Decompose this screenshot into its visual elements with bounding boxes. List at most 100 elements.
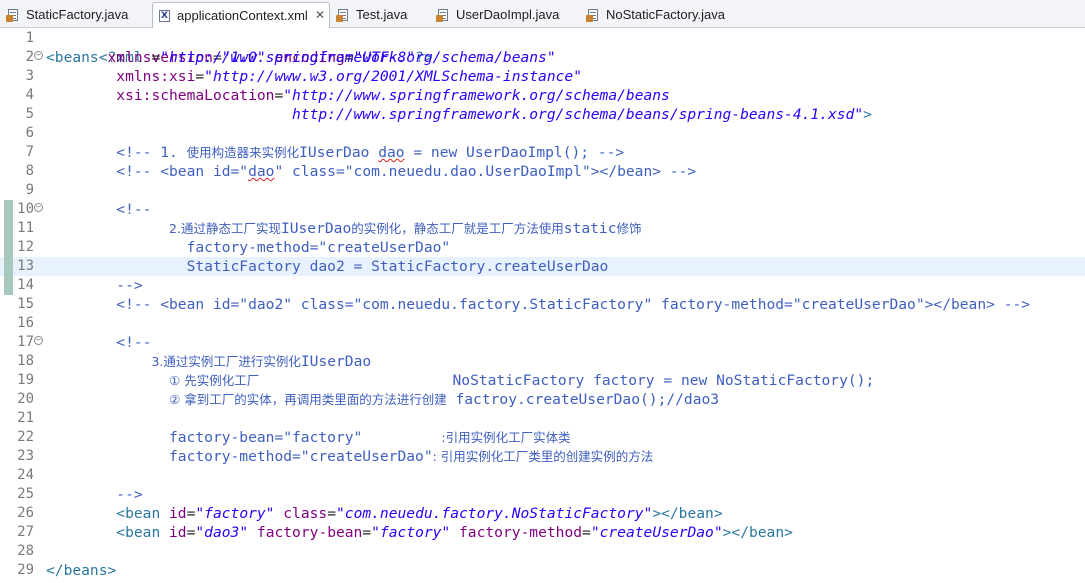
code-text: 2.通过静态工厂实现IUserDao的实例化，静态工厂就是工厂方法使用stati… [169,220,642,237]
java-file-icon [436,9,448,22]
line-number: 27 [17,524,34,540]
code-line: 1 <?xml version="1.0" encoding="UTF-8"?> [0,29,1085,66]
line-number: 2 [25,49,34,65]
java-file-icon [6,9,18,22]
line-number: 3 [25,68,34,84]
code-text: <!-- 1. 使用构造器来实例化IUserDao dao = new User… [116,144,625,161]
code-line: 6 [0,124,1085,143]
code-line: 28 [0,542,1085,561]
code-text: http://www.springframework.org/schema/be… [292,106,872,123]
code-text: <beans xmlns="http://www.springframework… [46,49,556,66]
line-number: 6 [25,125,34,141]
code-text: xsi:schemaLocation="http://www.springfra… [116,87,670,104]
code-line: 4 xsi:schemaLocation="http://www.springf… [0,86,1085,105]
tab-test-java[interactable]: Test.java [332,4,424,27]
code-line: 26 <bean id="factory" class="com.neuedu.… [0,504,1085,523]
line-number: 12 [17,239,34,255]
java-file-icon [336,9,348,22]
code-line: 2 − <beans xmlns="http://www.springframe… [0,48,1085,67]
code-text: ① 先实例化工厂 NoStaticFactory factory = new N… [169,372,875,389]
code-line: 5 http://www.springframework.org/schema/… [0,105,1085,124]
code-line: 14 --> [0,276,1085,295]
code-text: StaticFactory dao2 = StaticFactory.creat… [186,258,609,275]
code-text: <!-- [116,201,152,218]
code-text: factory-method="createUserDao" [186,239,451,256]
code-line: 27 <bean id="dao3" factory-bean="factory… [0,523,1085,542]
code-line: 18 3.通过实例工厂进行实例化IUserDao [0,352,1085,371]
line-number: 5 [25,106,34,122]
line-number: 23 [17,448,34,464]
line-number: 22 [17,429,34,445]
code-line: 7 <!-- 1. 使用构造器来实例化IUserDao dao = new Us… [0,143,1085,162]
java-file-icon [586,9,598,22]
fold-toggle-icon[interactable]: − [34,336,43,345]
code-line: 21 [0,409,1085,428]
line-number: 19 [17,372,34,388]
line-number: 13 [17,258,34,274]
tab-applicationcontext-xml[interactable]: X applicationContext.xml ✕ [152,2,330,28]
line-number: 16 [17,315,34,331]
line-number: 20 [17,391,34,407]
code-text: --> [116,486,143,503]
xml-file-icon: X [159,10,170,22]
line-number: 9 [25,182,34,198]
line-number: 29 [17,562,34,578]
line-number: 17 [17,334,34,350]
code-line: 8 <!-- <bean id="dao" class="com.neuedu.… [0,162,1085,181]
line-number: 18 [17,353,34,369]
code-text: <bean id="factory" class="com.neuedu.fac… [116,505,723,522]
code-text: --> [116,277,143,294]
code-line: 25 --> [0,485,1085,504]
code-line: 24 [0,466,1085,485]
line-number: 11 [17,220,34,236]
editor-tab-bar: StaticFactory.java X applicationContext.… [0,0,1085,28]
code-line: 29 </beans> [0,561,1085,580]
code-line: 19 ① 先实例化工厂 NoStaticFactory factory = ne… [0,371,1085,390]
code-line: 15 <!-- <bean id="dao2" class="com.neued… [0,295,1085,314]
code-text: 3.通过实例工厂进行实例化IUserDao [151,353,372,370]
current-code-line: 13 StaticFactory dao2 = StaticFactory.cr… [0,257,1085,276]
tab-label: applicationContext.xml [177,8,308,23]
code-text: ② 拿到工厂的实体，再调用类里面的方法进行创建 factroy.createUs… [169,391,720,408]
tab-staticfactory-java[interactable]: StaticFactory.java [2,4,142,27]
code-text: factory-bean="factory" :引用实例化工厂实体类 [169,429,571,446]
code-text: <!-- <bean id="dao" class="com.neuedu.da… [116,163,697,180]
code-line: 9 [0,181,1085,200]
code-line: 12 factory-method="createUserDao" [0,238,1085,257]
code-editor[interactable]: 1 <?xml version="1.0" encoding="UTF-8"?>… [0,29,1085,583]
line-number: 4 [25,87,34,103]
line-number: 7 [25,144,34,160]
code-line: 22 factory-bean="factory" :引用实例化工厂实体类 [0,428,1085,447]
code-text: xmlns:xsi="http://www.w3.org/2001/XMLSch… [116,68,582,85]
line-number: 28 [17,543,34,559]
code-text: <!-- [116,334,152,351]
line-number: 21 [17,410,34,426]
tab-label: NoStaticFactory.java [606,7,725,22]
fold-toggle-icon[interactable]: − [34,203,43,212]
code-line: 23 factory-method="createUserDao": 引用实例化… [0,447,1085,466]
line-number: 15 [17,296,34,312]
line-number: 14 [17,277,34,293]
line-number: 8 [25,163,34,179]
line-number: 24 [17,467,34,483]
code-text: <!-- <bean id="dao2" class="com.neuedu.f… [116,296,1031,313]
fold-toggle-icon[interactable]: − [34,51,43,60]
code-line: 16 [0,314,1085,333]
code-line: 3 xmlns:xsi="http://www.w3.org/2001/XMLS… [0,67,1085,86]
code-text: factory-method="createUserDao": 引用实例化工厂类… [169,448,654,465]
code-line: 11 2.通过静态工厂实现IUserDao的实例化，静态工厂就是工厂方法使用st… [0,219,1085,238]
close-icon[interactable]: ✕ [315,3,325,28]
code-line: 17 − <!-- [0,333,1085,352]
code-text: <bean id="dao3" factory-bean="factory" f… [116,524,793,541]
line-number: 1 [25,30,34,46]
tab-nostaticfactory-java[interactable]: NoStaticFactory.java [582,4,742,27]
tab-label: Test.java [356,7,408,22]
tab-label: UserDaoImpl.java [456,7,560,22]
code-line: 20 ② 拿到工厂的实体，再调用类里面的方法进行创建 factroy.creat… [0,390,1085,409]
code-line: 10 − <!-- [0,200,1085,219]
tab-userdaoimpl-java[interactable]: UserDaoImpl.java [432,4,572,27]
line-number: 25 [17,486,34,502]
line-number: 26 [17,505,34,521]
line-number: 10 [17,201,34,217]
tab-label: StaticFactory.java [26,7,129,22]
